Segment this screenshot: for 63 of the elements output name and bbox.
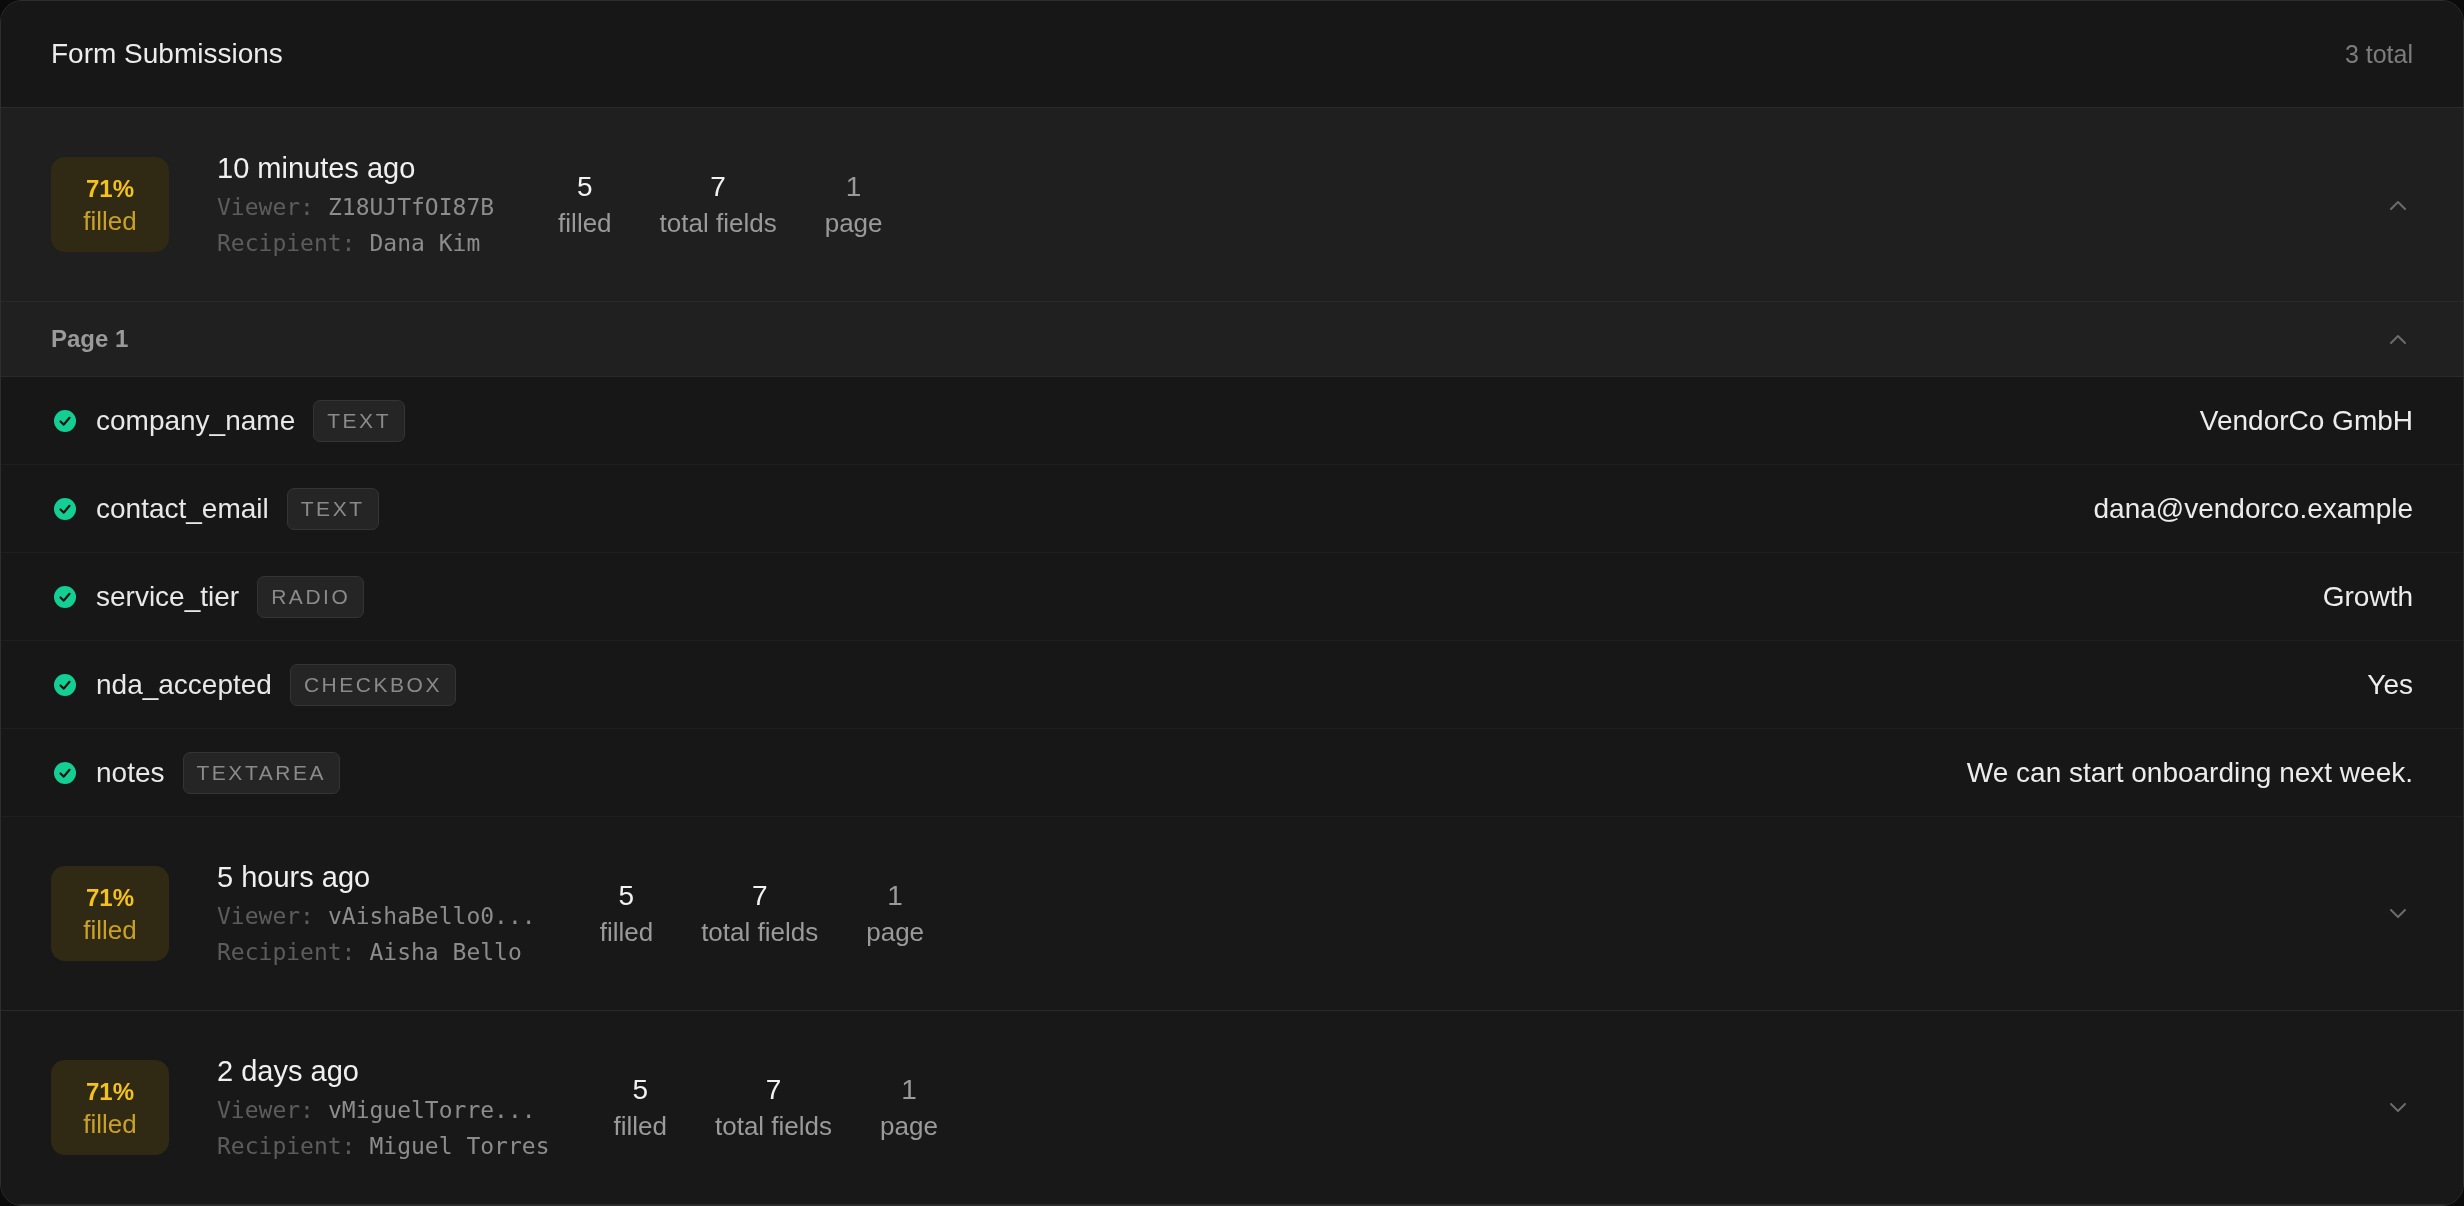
field-name: contact_email <box>96 491 269 526</box>
completion-percent: 71% <box>85 1076 134 1107</box>
viewer-label: Viewer: <box>217 192 314 222</box>
field-value: We can start onboarding next week. <box>1966 755 2413 790</box>
completion-label: filled <box>83 1107 137 1140</box>
stat-label: filled <box>613 1109 667 1143</box>
viewer-id: Z18UJTfOI87B <box>327 192 495 222</box>
stat-label: page <box>866 915 925 949</box>
stat-label: page <box>824 206 883 240</box>
stat-label: total fields <box>659 206 777 240</box>
viewer-label: Viewer: <box>217 901 314 931</box>
recipient-name: Aisha Bello <box>369 937 522 967</box>
stat-label: filled <box>599 915 654 949</box>
completion-label: filled <box>83 913 137 946</box>
submission-row[interactable]: 71% filled 10 minutes ago Viewer: Z18UJTfOI87B Recipient: Dana Kim 5 filled 7 total fields 1 page <box>1 108 2463 302</box>
recipient-label: Recipient: <box>217 228 356 258</box>
stat-value: 7 <box>765 1072 782 1107</box>
viewer-id: vMiguelTorre... <box>327 1095 536 1125</box>
field-value: dana@vendorco.example <box>2093 491 2413 526</box>
stat-label: filled <box>558 206 612 240</box>
field-type-tag: RADIO <box>257 575 365 618</box>
viewer-label: Viewer: <box>217 1095 314 1125</box>
stat-label: total fields <box>701 915 819 949</box>
field-name: notes <box>96 755 165 790</box>
submitted-time: 10 minutes ago <box>217 150 416 186</box>
chevron-up-icon[interactable] <box>2390 334 2406 344</box>
recipient-name: Miguel Torres <box>369 1131 550 1161</box>
field-name: company_name <box>96 403 296 438</box>
stat-label: page <box>880 1109 938 1143</box>
stat-value: 1 <box>901 1072 917 1107</box>
stat-value: 7 <box>751 878 768 913</box>
panel-title: Form Submissions <box>51 37 283 71</box>
field-type-tag: CHECKBOX <box>289 663 456 706</box>
field-value: Growth <box>2322 579 2413 614</box>
field-value: Yes <box>2367 667 2413 702</box>
completion-percent: 71% <box>85 882 134 913</box>
page-section-header[interactable]: Page 1 <box>1 302 2463 377</box>
completion-percent: 71% <box>85 173 134 204</box>
stat-value: 1 <box>887 878 903 913</box>
field-type-tag: TEXT <box>313 399 405 442</box>
field-type-tag: TEXT <box>286 487 379 530</box>
submitted-time: 5 hours ago <box>217 859 371 895</box>
completion-label: filled <box>83 204 137 237</box>
chevron-down-icon[interactable] <box>2390 1102 2406 1113</box>
viewer-id: vAishaBello0... <box>327 901 536 931</box>
recipient-label: Recipient: <box>217 937 356 967</box>
submitted-time: 2 days ago <box>217 1053 359 1089</box>
total-count: 3 total <box>2344 39 2413 70</box>
stat-value: 5 <box>577 169 593 204</box>
recipient-name: Dana Kim <box>369 228 481 258</box>
field-name: nda_accepted <box>96 667 272 702</box>
stat-label: total fields <box>715 1109 833 1143</box>
field-value: VendorCo GmbH <box>2199 403 2413 438</box>
stat-value: 7 <box>710 169 726 204</box>
chevron-up-icon[interactable] <box>2390 199 2406 210</box>
chevron-down-icon[interactable] <box>2390 908 2406 919</box>
stat-value: 5 <box>618 878 635 913</box>
stat-value: 5 <box>632 1072 649 1107</box>
stat-value: 1 <box>845 169 862 204</box>
field-type-tag: TEXTAREA <box>182 751 340 794</box>
recipient-label: Recipient: <box>217 1131 356 1161</box>
page-title: Page 1 <box>51 324 129 354</box>
field-name: service_tier <box>96 579 240 614</box>
